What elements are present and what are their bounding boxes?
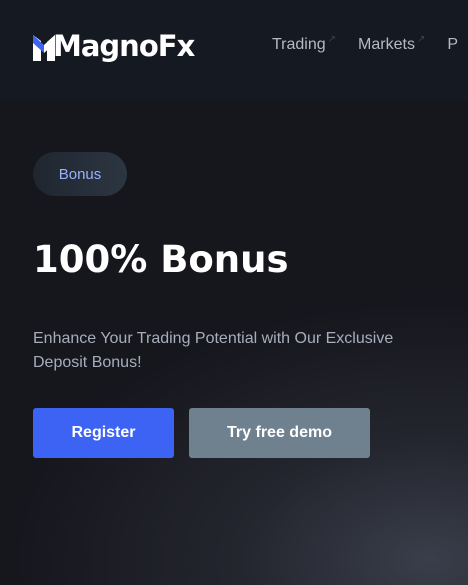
hero-subtitle: Enhance Your Trading Potential with Our …	[33, 330, 394, 371]
arrow-up-right-icon: ↗	[327, 34, 337, 45]
logo-text: MagnoFx	[53, 29, 195, 63]
nav-item-trading[interactable]: Trading ↗	[272, 34, 337, 54]
nav-item-markets[interactable]: Markets ↗	[358, 34, 426, 54]
nav-item-label: Markets	[358, 36, 415, 53]
arrow-up-right-icon: ↗	[416, 34, 426, 45]
nav-item-label: P	[447, 36, 459, 53]
nav-item-truncated[interactable]: P	[447, 36, 458, 54]
try-free-demo-button[interactable]: Try free demo	[189, 408, 370, 458]
register-button[interactable]: Register	[33, 408, 174, 458]
site-header: MagnoFx Trading ↗ Markets ↗ P	[0, 0, 468, 100]
magnofx-logo-icon	[33, 35, 55, 61]
logo[interactable]: MagnoFx	[33, 26, 195, 66]
main-nav: Trading ↗ Markets ↗ P	[272, 34, 468, 54]
page-title: 100% Bonus	[33, 238, 289, 281]
bonus-badge: Bonus	[33, 152, 127, 196]
nav-item-label: Trading	[272, 36, 326, 53]
